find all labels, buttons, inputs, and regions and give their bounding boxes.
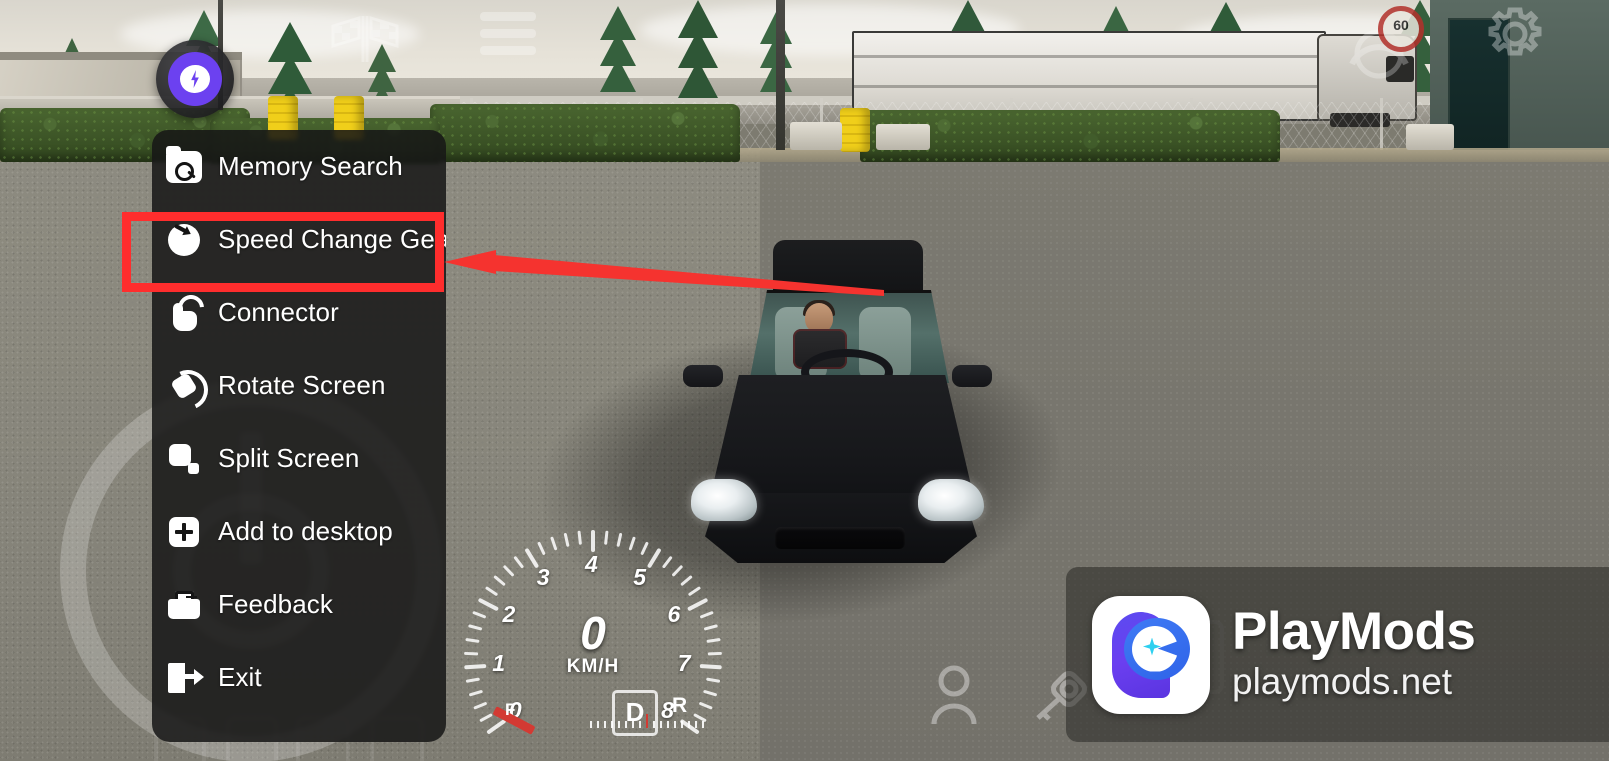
gauge-minor-tick — [537, 541, 546, 556]
mini-gauge-tick — [646, 714, 648, 728]
gauge-minor-tick — [616, 532, 623, 548]
concrete-block — [876, 124, 930, 150]
gauge-minor-tick — [550, 536, 558, 551]
car-grille — [775, 527, 905, 549]
speed-unit: KM/H — [566, 656, 620, 677]
mini-gauge-tick — [653, 721, 655, 728]
pine-tree — [600, 6, 636, 92]
hedge — [430, 104, 740, 162]
split-screen-icon — [166, 441, 202, 477]
list-menu-icon[interactable] — [480, 12, 536, 56]
fuel-label: F — [505, 700, 516, 719]
playmods-watermark: PlayMods playmods.net — [1066, 567, 1609, 742]
speed-value: 0 — [580, 607, 606, 659]
car-roof — [773, 240, 923, 298]
annotation-highlight-box — [122, 212, 444, 292]
gauge-minor-tick — [513, 555, 525, 569]
rotate-screen-icon — [162, 363, 214, 416]
playmods-logo-icon — [1092, 595, 1210, 714]
person-icon[interactable] — [928, 664, 980, 726]
gauge-minor-tick — [484, 586, 499, 597]
headlight-left — [691, 479, 757, 521]
mini-gauge-tick — [667, 721, 669, 728]
gauge-minor-tick — [473, 701, 488, 710]
assistant-launcher-button[interactable] — [156, 40, 234, 118]
traffic-barrel — [840, 108, 870, 152]
menu-item-split-screen[interactable]: Split Screen — [152, 422, 446, 495]
menu-item-label: Split Screen — [218, 443, 360, 473]
windshield — [749, 290, 949, 383]
mini-gauge-tick — [695, 721, 697, 728]
menu-item-label: Add to desktop — [218, 516, 393, 546]
envelope-icon — [166, 587, 202, 623]
concrete-block — [1406, 124, 1454, 150]
menu-item-label: Exit — [218, 662, 262, 692]
gauge-minor-tick — [493, 574, 506, 587]
assistant-launcher-inner — [168, 52, 222, 106]
gauge-major-tick — [486, 718, 507, 735]
gauge-minor-tick — [563, 532, 570, 548]
gauge-tick-label: 5 — [633, 564, 647, 591]
pine-tree — [678, 0, 718, 98]
gauge-minor-tick — [628, 536, 636, 551]
player-car — [665, 235, 1010, 565]
gauge-minor-tick — [705, 677, 721, 683]
mini-gauge-tick — [618, 721, 620, 728]
gauge-minor-tick — [502, 564, 515, 577]
menu-item-label: Memory Search — [218, 151, 403, 181]
gauge-minor-tick — [687, 586, 702, 597]
gauge-minor-tick — [671, 564, 684, 577]
mini-gauge-tick — [604, 721, 606, 728]
gauge-minor-tick — [479, 712, 493, 723]
tap-finger-icon — [166, 289, 210, 331]
mini-gauge-tick — [674, 721, 676, 728]
menu-item-rotate-screen[interactable]: Rotate Screen — [152, 349, 446, 422]
mini-gauge-tick — [632, 721, 634, 728]
side-mirror — [683, 365, 723, 387]
gauge-minor-tick — [702, 689, 718, 697]
menu-item-label: Rotate Screen — [218, 370, 386, 400]
mini-gauge-tick — [597, 721, 599, 728]
gauge-minor-tick — [680, 574, 693, 587]
plus-square-icon — [166, 514, 202, 550]
gauge-minor-tick — [661, 555, 673, 569]
gauge-minor-tick — [468, 689, 484, 697]
race-flags-icon[interactable] — [325, 8, 405, 64]
gauge-major-tick — [591, 530, 595, 552]
speed-limit-sign: 60 — [1378, 6, 1424, 52]
gauge-tick-label: 3 — [536, 564, 550, 591]
light-pole — [776, 0, 785, 150]
folder-search-icon — [166, 145, 202, 185]
menu-item-feedback[interactable]: Feedback — [152, 568, 446, 641]
gauge-minor-tick — [604, 530, 609, 545]
screenshot-root: 60 012345678 0 KM/H F D R Memory Search … — [0, 0, 1609, 761]
concrete-block — [790, 122, 842, 150]
settings-gear-icon[interactable] — [1483, 2, 1547, 66]
mini-gauge-tick — [660, 721, 662, 728]
menu-item-label: Connector — [218, 297, 339, 327]
gauge-tick-label: 4 — [585, 551, 598, 577]
exit-door-icon — [166, 660, 204, 696]
menu-item-memory-search[interactable]: Memory Search — [152, 130, 446, 203]
gauge-minor-tick — [640, 541, 649, 556]
gauge-major-tick — [646, 547, 662, 569]
watermark-title: PlayMods — [1232, 602, 1476, 662]
mini-gauge-tick — [590, 721, 592, 728]
headlight-right — [918, 479, 984, 521]
mini-gauge-tick — [681, 721, 683, 728]
mini-gauge — [590, 700, 710, 728]
mini-gauge-tick — [611, 721, 613, 728]
mini-gauge-tick — [625, 721, 627, 728]
mini-gauge-tick — [688, 721, 690, 728]
mini-gauge-tick — [639, 721, 641, 728]
gauge-minor-tick — [577, 530, 582, 545]
side-mirror — [952, 365, 992, 387]
lightning-bolt-icon — [180, 65, 210, 93]
menu-item-exit[interactable]: Exit — [152, 641, 446, 714]
menu-item-label: Feedback — [218, 589, 333, 619]
gauge-minor-tick — [465, 677, 481, 683]
menu-item-add-to-desktop[interactable]: Add to desktop — [152, 495, 446, 568]
watermark-subtitle: playmods.net — [1232, 661, 1453, 703]
mini-gauge-tick — [702, 721, 704, 728]
